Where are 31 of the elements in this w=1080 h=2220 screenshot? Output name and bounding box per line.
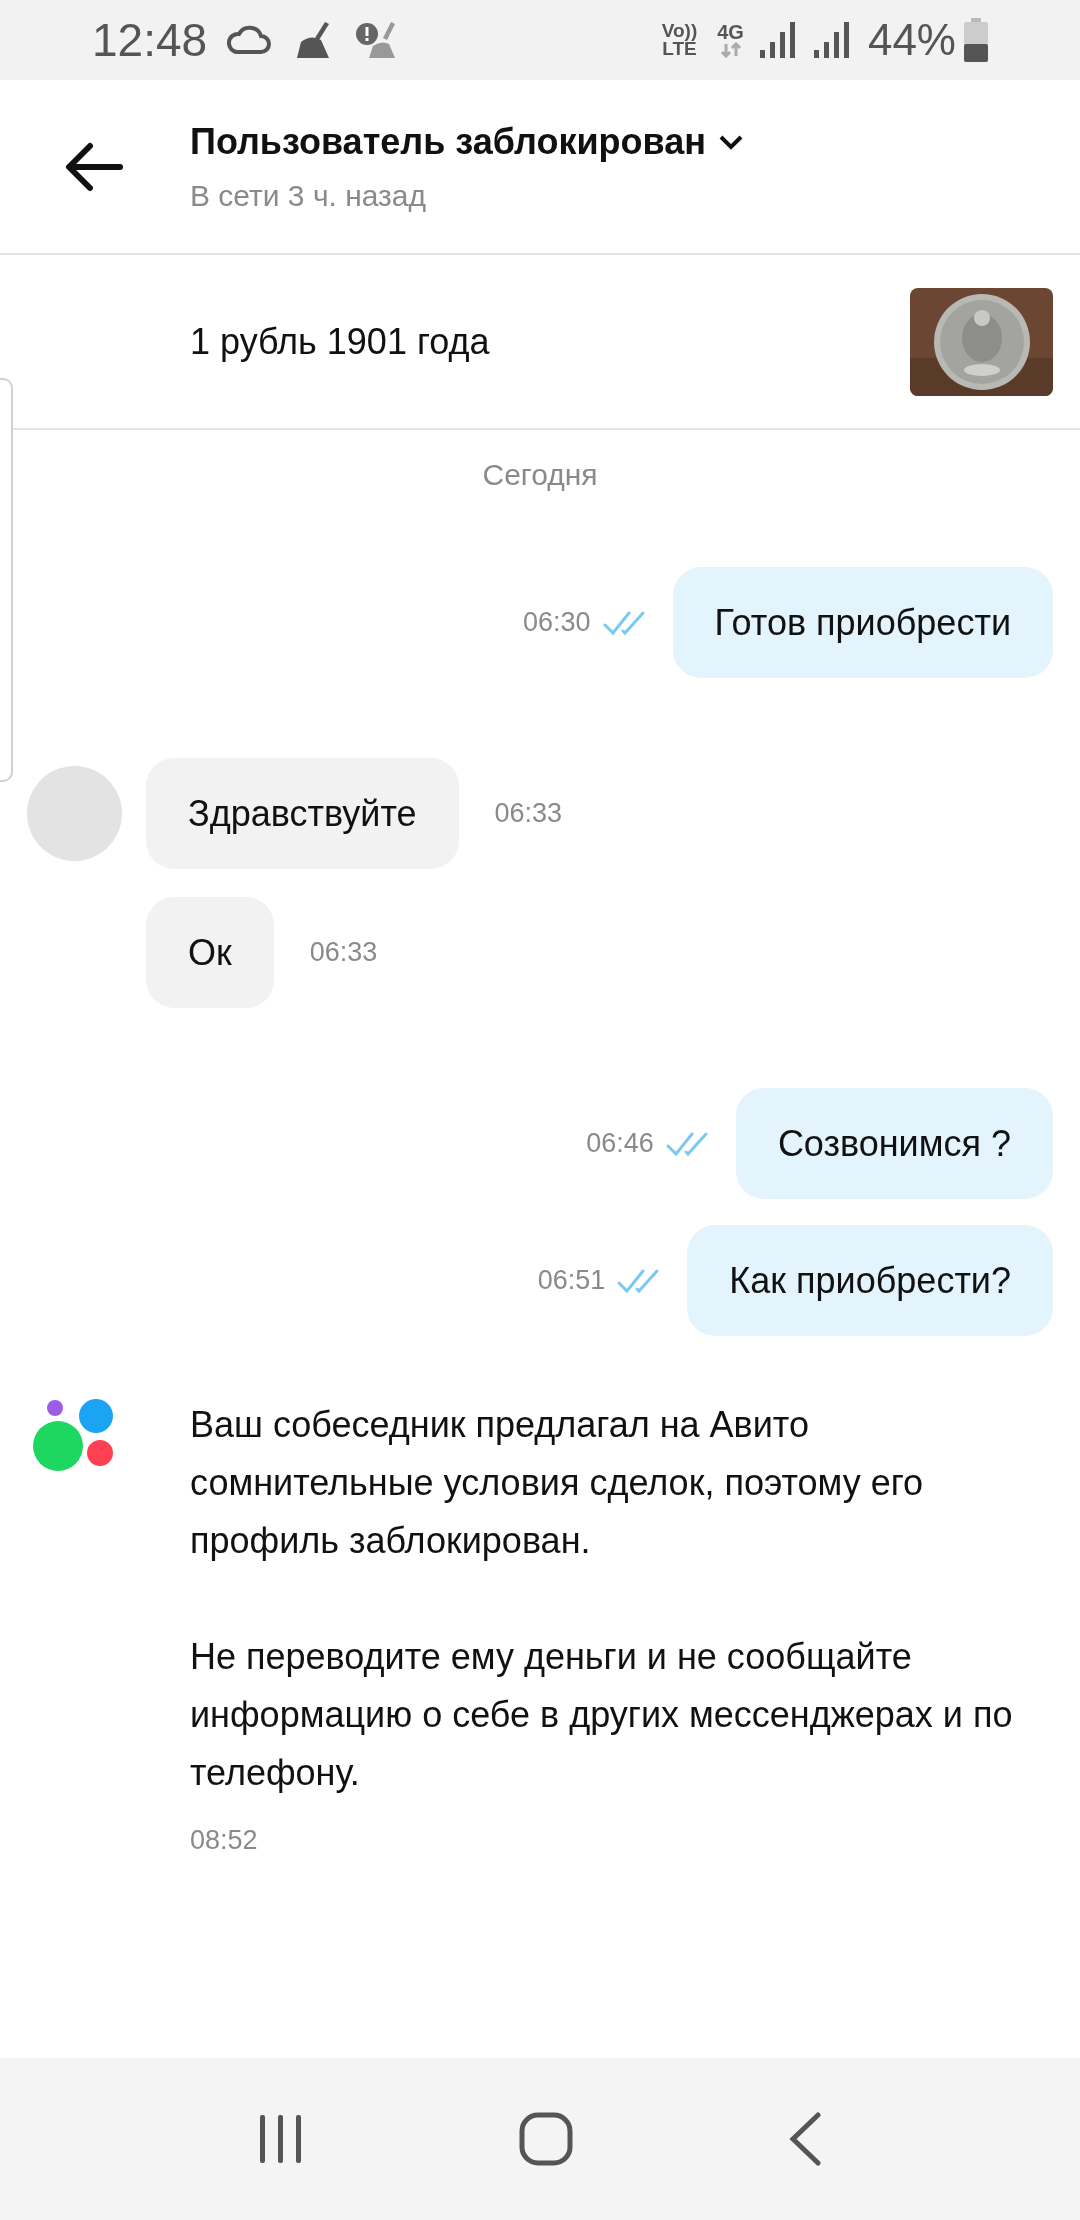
battery-percent: 44% [867,14,956,66]
edge-panel-handle[interactable] [0,378,13,782]
status-time: 12:48 [92,12,208,68]
date-divider: Сегодня [482,457,598,493]
message-bubble: Как приобрести? [687,1225,1053,1336]
back-arrow-icon[interactable] [65,141,123,192]
message-time: 08:52 [190,1824,259,1857]
online-status: В сети 3 ч. назад [190,178,428,214]
battery-icon [964,18,988,62]
system-message-text: Не переводите ему деньги и не сообщайте информацию о себе в других мессенджерах и по телефону. [190,1635,1014,1795]
cloud-icon [227,24,272,56]
signal-icon [759,22,798,58]
network-label: 4G [717,22,744,42]
recent-apps-icon[interactable] [257,2115,304,2163]
message-bubble: Готов приобрести [672,567,1053,678]
listing-title[interactable]: 1 рубль 1901 года [190,314,910,369]
message-bubble: Здравствуйте [146,758,459,869]
chat-title[interactable]: Пользователь заблокирован [190,115,706,169]
data-arrows-icon [718,42,743,58]
message-time: 06:46 [586,1127,654,1161]
chevron-down-icon[interactable] [718,133,744,151]
message-time: 06:51 [537,1264,606,1298]
back-icon[interactable] [788,2112,823,2166]
home-icon[interactable] [519,2112,573,2166]
system-message-text: Ваш собеседник предлагал на Авито сомнительные условия сделок, поэтому его профиль заблокирован. [190,1403,925,1563]
message-time: 06:33 [309,937,378,968]
message-bubble: Ок [146,897,274,1008]
signal-icon [813,22,852,58]
message-time: 06:30 [522,606,591,640]
message-bubble: Созвонимся ? [735,1088,1053,1199]
message-time: 06:33 [494,798,563,829]
